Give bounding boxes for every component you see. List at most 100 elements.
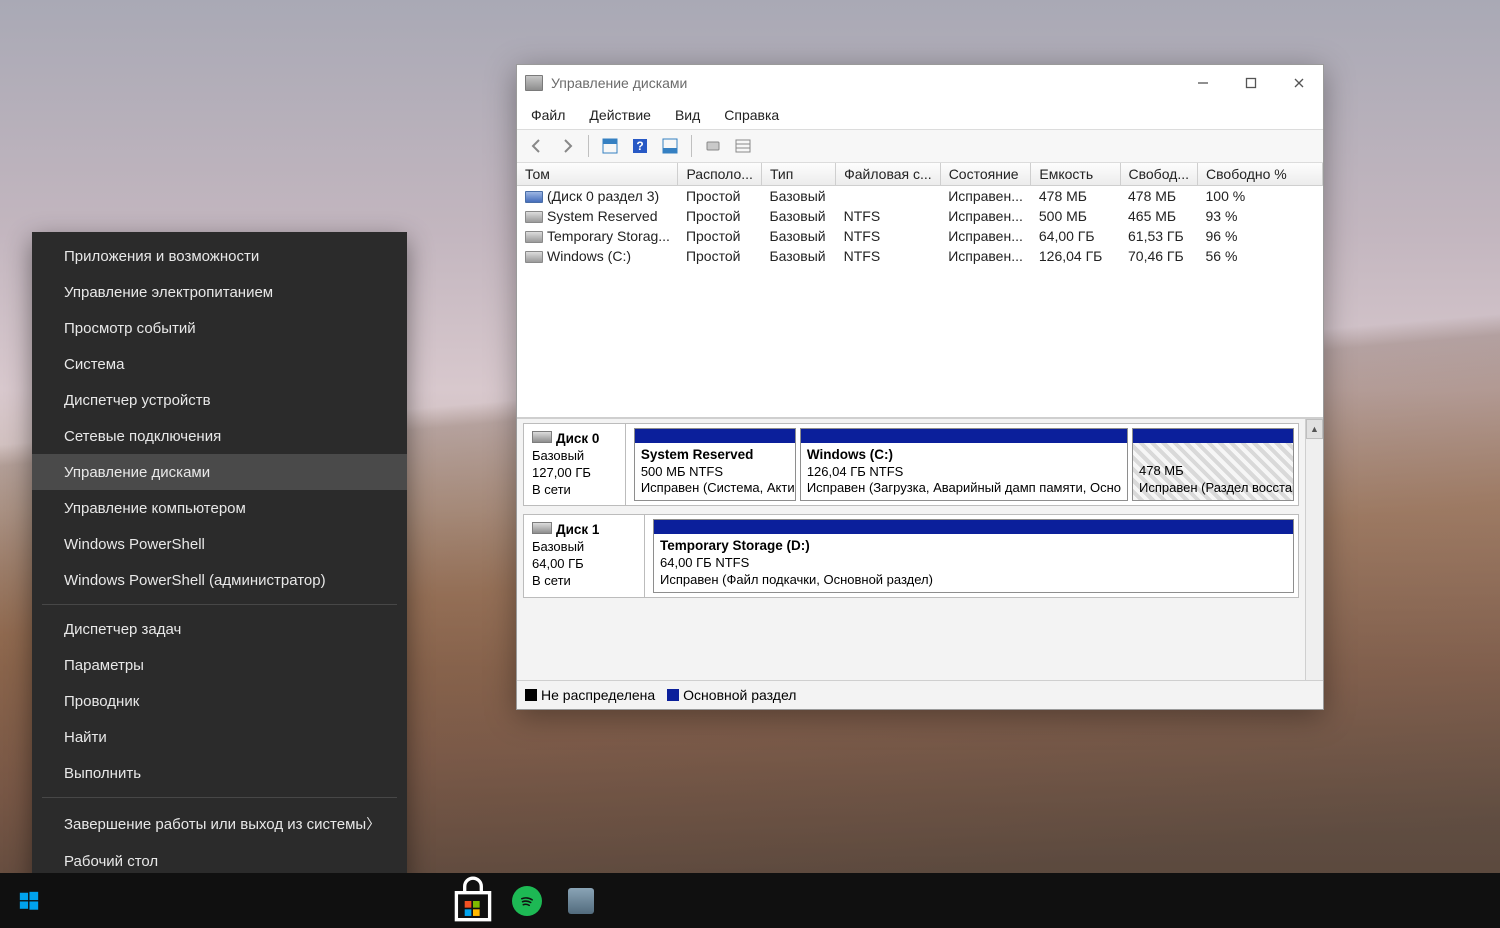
legend-primary: Основной раздел (667, 687, 796, 703)
menu-file[interactable]: Файл (529, 105, 567, 125)
back-button[interactable] (525, 134, 549, 158)
app-icon (525, 75, 543, 91)
tool-view-bottom[interactable] (658, 134, 682, 158)
menubar: Файл Действие Вид Справка (517, 101, 1323, 130)
col-status[interactable]: Состояние (940, 163, 1031, 186)
menu-label: Система (64, 356, 124, 373)
menu-action[interactable]: Действие (587, 105, 653, 125)
winx-item-explorer[interactable]: Проводник (32, 683, 407, 719)
table-row[interactable]: (Диск 0 раздел 3)ПростойБазовыйИсправен.… (517, 186, 1323, 207)
taskbar-item-spotify[interactable] (500, 873, 554, 928)
partition-sub: 64,00 ГБ NTFS (660, 555, 749, 570)
menu-label: Проводник (64, 693, 139, 710)
menu-label: Приложения и возможности (64, 248, 259, 265)
disk-label: Диск 1 Базовый 64,00 ГБ В сети (524, 515, 645, 596)
maximize-button[interactable] (1227, 65, 1275, 101)
disk-management-window: Управление дисками Файл Действие Вид Спр… (516, 64, 1324, 710)
col-layout[interactable]: Располо... (678, 163, 762, 186)
scrollbar[interactable]: ▲ (1305, 419, 1323, 680)
tool-help[interactable]: ? (628, 134, 652, 158)
tool-list[interactable] (731, 134, 755, 158)
table-row[interactable]: Temporary Storag...ПростойБазовыйNTFSИсп… (517, 226, 1323, 246)
col-type[interactable]: Тип (761, 163, 835, 186)
menu-label: Диспетчер задач (64, 621, 181, 638)
table-row[interactable]: System ReservedПростойБазовыйNTFSИсправе… (517, 206, 1323, 226)
scroll-up-button[interactable]: ▲ (1306, 419, 1323, 439)
partition-status: Исправен (Система, Актив (641, 480, 795, 495)
menu-label: Найти (64, 729, 107, 746)
winx-item-powershell[interactable]: Windows PowerShell (32, 526, 407, 562)
disk-row-1[interactable]: Диск 1 Базовый 64,00 ГБ В сети Temporary… (523, 514, 1299, 597)
tool-view-top[interactable] (598, 134, 622, 158)
col-freepct[interactable]: Свободно % (1198, 163, 1323, 186)
winx-item-device-manager[interactable]: Диспетчер устройств (32, 382, 407, 418)
menu-label: Диспетчер устройств (64, 392, 211, 409)
winx-item-search[interactable]: Найти (32, 719, 407, 755)
col-free[interactable]: Свобод... (1120, 163, 1198, 186)
menu-view[interactable]: Вид (673, 105, 702, 125)
menu-label: Выполнить (64, 765, 141, 782)
winx-menu: Приложения и возможности Управление элек… (32, 232, 407, 885)
col-volume[interactable]: Том (517, 163, 678, 186)
partition-title: System Reserved (641, 447, 754, 462)
disk-name: Диск 1 (556, 522, 599, 537)
winx-item-disk-management[interactable]: Управление дисками (32, 454, 407, 490)
volume-icon (525, 191, 543, 203)
partition-temporary-d[interactable]: Temporary Storage (D:) 64,00 ГБ NTFS Исп… (653, 519, 1294, 592)
taskbar-item-app[interactable] (554, 873, 608, 928)
menu-label: Сетевые подключения (64, 428, 221, 445)
menu-separator (42, 797, 397, 798)
svg-text:?: ? (636, 139, 643, 153)
disk-name: Диск 0 (556, 431, 599, 446)
minimize-button[interactable] (1179, 65, 1227, 101)
partition-status: Исправен (Раздел восстан (1139, 480, 1293, 495)
titlebar[interactable]: Управление дисками (517, 65, 1323, 101)
taskbar-item-store[interactable] (446, 873, 500, 928)
disk-status: В сети (532, 573, 571, 588)
table-row[interactable]: Windows (C:)ПростойБазовыйNTFSИсправен..… (517, 246, 1323, 266)
tool-properties[interactable] (701, 134, 725, 158)
col-capacity[interactable]: Емкость (1031, 163, 1120, 186)
col-fs[interactable]: Файловая с... (836, 163, 941, 186)
partition-status: Исправен (Файл подкачки, Основной раздел… (660, 572, 933, 587)
forward-button[interactable] (555, 134, 579, 158)
menu-label: Управление электропитанием (64, 284, 273, 301)
partition-windows-c[interactable]: Windows (C:) 126,04 ГБ NTFS Исправен (За… (800, 428, 1128, 501)
disk-row-0[interactable]: Диск 0 Базовый 127,00 ГБ В сети System R… (523, 423, 1299, 506)
disk-size: 127,00 ГБ (532, 465, 591, 480)
partition-sub: 500 МБ NTFS (641, 464, 723, 479)
menu-help[interactable]: Справка (722, 105, 781, 125)
partition-sub: 478 МБ (1139, 463, 1184, 478)
chevron-right-icon: 〉 (366, 814, 380, 834)
menu-label: Просмотр событий (64, 320, 196, 337)
winx-item-system[interactable]: Система (32, 346, 407, 382)
partition-title: Windows (C:) (807, 447, 893, 462)
winx-item-power-options[interactable]: Управление электропитанием (32, 274, 407, 310)
disk-status: В сети (532, 482, 571, 497)
winx-item-shutdown[interactable]: Завершение работы или выход из системы 〉 (32, 804, 407, 843)
close-button[interactable] (1275, 65, 1323, 101)
disk-size: 64,00 ГБ (532, 556, 584, 571)
winx-item-computer-mgmt[interactable]: Управление компьютером (32, 490, 407, 526)
menu-label: Завершение работы или выход из системы (64, 816, 366, 833)
winx-item-task-manager[interactable]: Диспетчер задач (32, 611, 407, 647)
winx-item-apps-features[interactable]: Приложения и возможности (32, 238, 407, 274)
disk-graphic-pane: Диск 0 Базовый 127,00 ГБ В сети System R… (517, 418, 1323, 680)
volume-list[interactable]: Том Располо... Тип Файловая с... Состоян… (517, 163, 1323, 418)
winx-item-run[interactable]: Выполнить (32, 755, 407, 791)
menu-label: Рабочий стол (64, 853, 158, 870)
winx-item-powershell-admin[interactable]: Windows PowerShell (администратор) (32, 562, 407, 598)
partition-recovery[interactable]: 478 МБ Исправен (Раздел восстан (1132, 428, 1294, 501)
volume-icon (525, 231, 543, 243)
toolbar: ? (517, 130, 1323, 163)
volume-icon (525, 251, 543, 263)
table-header-row: Том Располо... Тип Файловая с... Состоян… (517, 163, 1323, 186)
partition-system-reserved[interactable]: System Reserved 500 МБ NTFS Исправен (Си… (634, 428, 796, 501)
partition-status: Исправен (Загрузка, Аварийный дамп памят… (807, 480, 1121, 495)
winx-item-settings[interactable]: Параметры (32, 647, 407, 683)
partition-title: Temporary Storage (D:) (660, 538, 810, 553)
menu-label: Windows PowerShell (администратор) (64, 572, 326, 589)
start-button[interactable] (2, 873, 56, 928)
winx-item-network[interactable]: Сетевые подключения (32, 418, 407, 454)
winx-item-event-viewer[interactable]: Просмотр событий (32, 310, 407, 346)
